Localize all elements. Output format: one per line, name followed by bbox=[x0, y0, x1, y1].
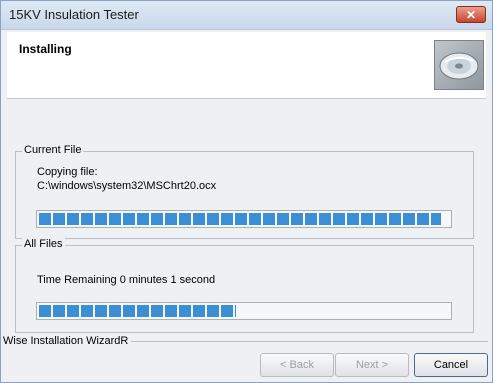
close-button[interactable]: ✕ bbox=[456, 6, 486, 23]
copy-status-text: Copying file: bbox=[37, 166, 98, 178]
page-title: Installing bbox=[19, 42, 72, 56]
all-files-progress-fill bbox=[39, 305, 236, 317]
current-file-path: C:\windows\system32\MSChrt20.ocx bbox=[37, 180, 217, 192]
wizard-brand-label: Wise Installation WizardR bbox=[3, 335, 132, 347]
current-file-progress-fill bbox=[39, 213, 441, 225]
current-file-progress-bar bbox=[36, 210, 452, 228]
cancel-button[interactable]: Cancel bbox=[414, 353, 488, 377]
installer-window: 15KV Insulation Tester ✕ Installing Curr… bbox=[0, 0, 493, 383]
time-remaining-text: Time Remaining 0 minutes 1 second bbox=[37, 274, 216, 286]
all-files-group: All Files Time Remaining 0 minutes 1 sec… bbox=[15, 238, 474, 333]
current-file-group-label: Current File bbox=[22, 144, 84, 156]
header-panel: Installing bbox=[7, 32, 486, 99]
next-button[interactable]: Next > bbox=[335, 353, 409, 377]
all-files-progress-bar bbox=[36, 302, 452, 320]
current-file-group: Current File Copying file: C:\windows\sy… bbox=[15, 144, 474, 239]
cd-disc-icon bbox=[434, 40, 484, 90]
title-bar[interactable]: 15KV Insulation Tester ✕ bbox=[1, 1, 492, 30]
window-title: 15KV Insulation Tester bbox=[9, 7, 139, 22]
back-button[interactable]: < Back bbox=[260, 353, 334, 377]
all-files-group-label: All Files bbox=[22, 238, 65, 250]
